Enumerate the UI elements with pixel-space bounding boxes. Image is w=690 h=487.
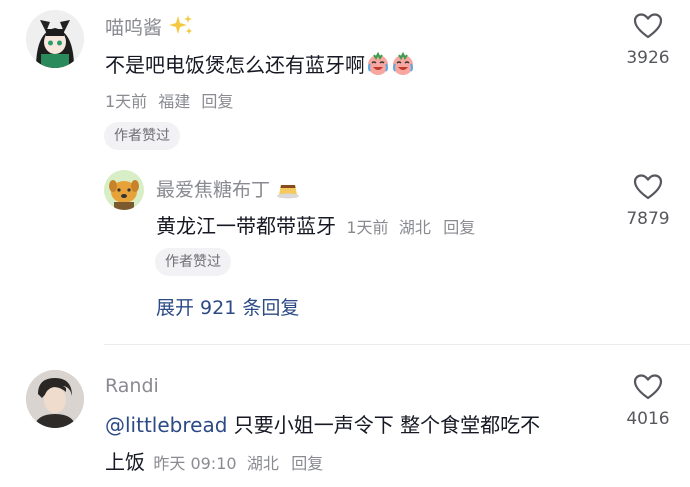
comment-location: 福建 (158, 92, 191, 111)
reply-time: 1天前 (346, 218, 389, 237)
like-count: 4016 (626, 409, 670, 429)
anime-avatar-icon (26, 10, 84, 68)
reply-avatar[interactable] (104, 170, 144, 210)
reply-text-line[interactable]: 黄龙江一带都带蓝牙 1天前 湖北 回复 (156, 210, 475, 239)
comment-meta: 1天前 福建 回复 (105, 88, 233, 112)
like-count: 3926 (626, 48, 670, 68)
comment-text[interactable]: @littlebread 只要小姐一声令下 整个食堂都吃不 (105, 409, 540, 438)
comment-username[interactable]: 喵呜酱 (105, 13, 194, 40)
comment-location: 湖北 (246, 454, 279, 473)
sparkles-icon (169, 15, 193, 34)
reply-text: 黄龙江一带都带蓝牙 (156, 214, 336, 238)
like-button[interactable]: 4016 (608, 373, 688, 429)
dog-avatar-icon (104, 170, 144, 210)
reply-button[interactable]: 回复 (291, 454, 323, 473)
like-button[interactable]: 3926 (608, 12, 688, 68)
reply-reply-button[interactable]: 回复 (443, 218, 475, 237)
reply-location: 湖北 (398, 218, 431, 237)
crying-laughing-face-icon (393, 52, 413, 75)
comment-username[interactable]: Randi (105, 375, 159, 397)
avatar[interactable] (26, 370, 84, 428)
author-liked-badge: 作者赞过 (104, 122, 180, 150)
author-liked-badge: 作者赞过 (155, 248, 231, 276)
reply-button[interactable]: 回复 (201, 92, 233, 111)
pudding-icon (277, 185, 300, 199)
reply-like-button[interactable]: 7879 (608, 173, 688, 229)
heart-icon (633, 374, 663, 400)
like-count: 7879 (626, 209, 670, 229)
person-photo-icon (26, 370, 84, 428)
comment-text-line-2[interactable]: 上饭 昨天 09:10 湖北 回复 (105, 446, 323, 475)
mention-link[interactable]: @littlebread (105, 413, 227, 437)
avatar[interactable] (26, 10, 84, 68)
heart-icon (633, 13, 663, 39)
expand-replies-link[interactable]: 展开 921 条回复 (156, 293, 299, 320)
reply-username[interactable]: 最爱焦糖布丁 (156, 175, 300, 202)
comment-text[interactable]: 不是吧电饭煲怎么还有蓝牙啊 (105, 49, 415, 78)
comment-time: 昨天 09:10 (153, 454, 237, 473)
heart-icon (633, 174, 663, 200)
divider (104, 344, 690, 345)
comment-time: 1天前 (105, 92, 148, 111)
crying-laughing-face-icon (368, 52, 388, 75)
